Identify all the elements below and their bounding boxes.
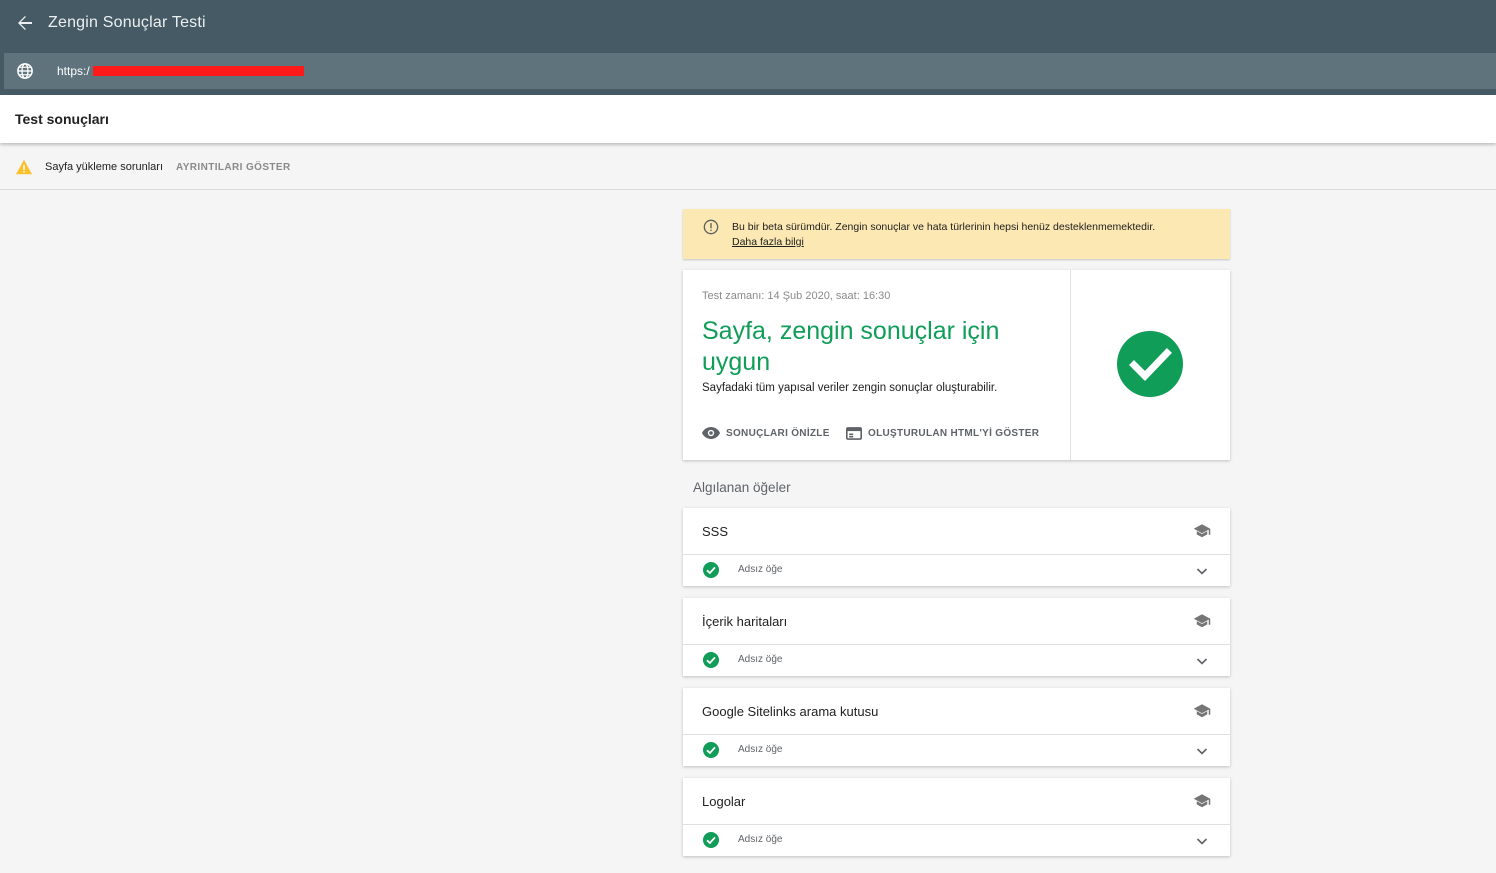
globe-icon [17,63,33,79]
beta-notice-text: Bu bir beta sürümdür. Zengin sonuçlar ve… [732,221,1156,233]
preview-results-label: SONUÇLARI ÖNİZLE [726,427,830,439]
detected-item-row[interactable]: Adsız öğe [683,645,1230,676]
success-check-icon [1117,331,1183,397]
info-icon [703,219,719,235]
detected-item-card: İçerik haritaları Adsız öğe [683,598,1230,676]
arrow-back-icon [18,16,32,30]
graduation-cap-icon [1193,524,1211,538]
app-header: Zengin Sonuçlar Testi https:/ [0,0,1496,95]
results-title: Test sonuçları [15,111,109,127]
web-window-icon [846,427,862,440]
detected-items-label: Algılanan öğeler [693,480,791,495]
graduation-cap-icon [1193,704,1211,718]
show-details-button[interactable]: AYRINTILARI GÖSTER [176,162,291,173]
detected-item-header: İçerik haritaları [683,598,1230,645]
learn-more-link[interactable]: Daha fazla bilgi [732,236,804,248]
detected-item-card: Logolar Adsız öğe [683,778,1230,856]
page-load-issues-text: Sayfa yükleme sorunları [45,161,163,173]
chevron-down-icon[interactable] [1195,654,1209,668]
detected-item-card: Google Sitelinks arama kutusu Adsız öğe [683,688,1230,766]
url-bar[interactable]: https:/ [4,53,1496,89]
detected-item-title: SSS [702,524,729,539]
view-rendered-html-label: OLUŞTURULAN HTML'Yİ GÖSTER [868,428,1040,439]
eye-icon [702,427,720,439]
url-redaction [93,66,304,76]
graduation-cap-icon [1193,614,1211,628]
beta-notice: Bu bir beta sürümdür. Zengin sonuçlar ve… [683,209,1230,259]
detected-item-header: Google Sitelinks arama kutusu [683,688,1230,735]
detected-item-name: Adsız öğe [738,654,783,665]
detected-item-name: Adsız öğe [738,834,783,845]
test-time: Test zamanı: 14 Şub 2020, saat: 16:30 [702,290,891,302]
app-title: Zengin Sonuçlar Testi [48,14,206,31]
detected-item-row[interactable]: Adsız öğe [683,825,1230,856]
detected-item-header: Logolar [683,778,1230,825]
detected-item-name: Adsız öğe [738,564,783,575]
valid-check-icon [703,652,719,668]
graduation-cap-icon [1193,794,1211,808]
results-bar: Test sonuçları [0,95,1496,143]
chevron-down-icon[interactable] [1195,834,1209,848]
detected-item-title: Google Sitelinks arama kutusu [702,704,879,719]
back-button[interactable] [14,12,36,34]
chevron-down-icon[interactable] [1195,564,1209,578]
result-heading: Sayfa, zengin sonuçlar için uygun [702,317,1000,376]
view-rendered-html-button[interactable]: OLUŞTURULAN HTML'Yİ GÖSTER [846,427,1039,440]
detected-item-title: İçerik haritaları [702,614,788,629]
result-card: Test zamanı: 14 Şub 2020, saat: 16:30 Sa… [683,270,1230,460]
detected-item-row[interactable]: Adsız öğe [683,555,1230,586]
result-divider [1070,270,1071,460]
detected-item-name: Adsız öğe [738,744,783,755]
detected-item-card: SSS Adsız öğe [683,508,1230,586]
url-input[interactable]: https:/ [57,64,90,78]
detected-item-header: SSS [683,508,1230,555]
detected-item-row[interactable]: Adsız öğe [683,735,1230,766]
chevron-down-icon[interactable] [1195,744,1209,758]
warning-icon [16,159,32,175]
valid-check-icon [703,562,719,578]
valid-check-icon [703,832,719,848]
detected-item-title: Logolar [702,794,746,809]
page-load-issues-bar: Sayfa yükleme sorunları AYRINTILARI GÖST… [0,146,1496,190]
valid-check-icon [703,742,719,758]
result-subtext: Sayfadaki tüm yapısal veriler zengin son… [702,382,998,394]
preview-results-button[interactable]: SONUÇLARI ÖNİZLE [702,427,830,439]
